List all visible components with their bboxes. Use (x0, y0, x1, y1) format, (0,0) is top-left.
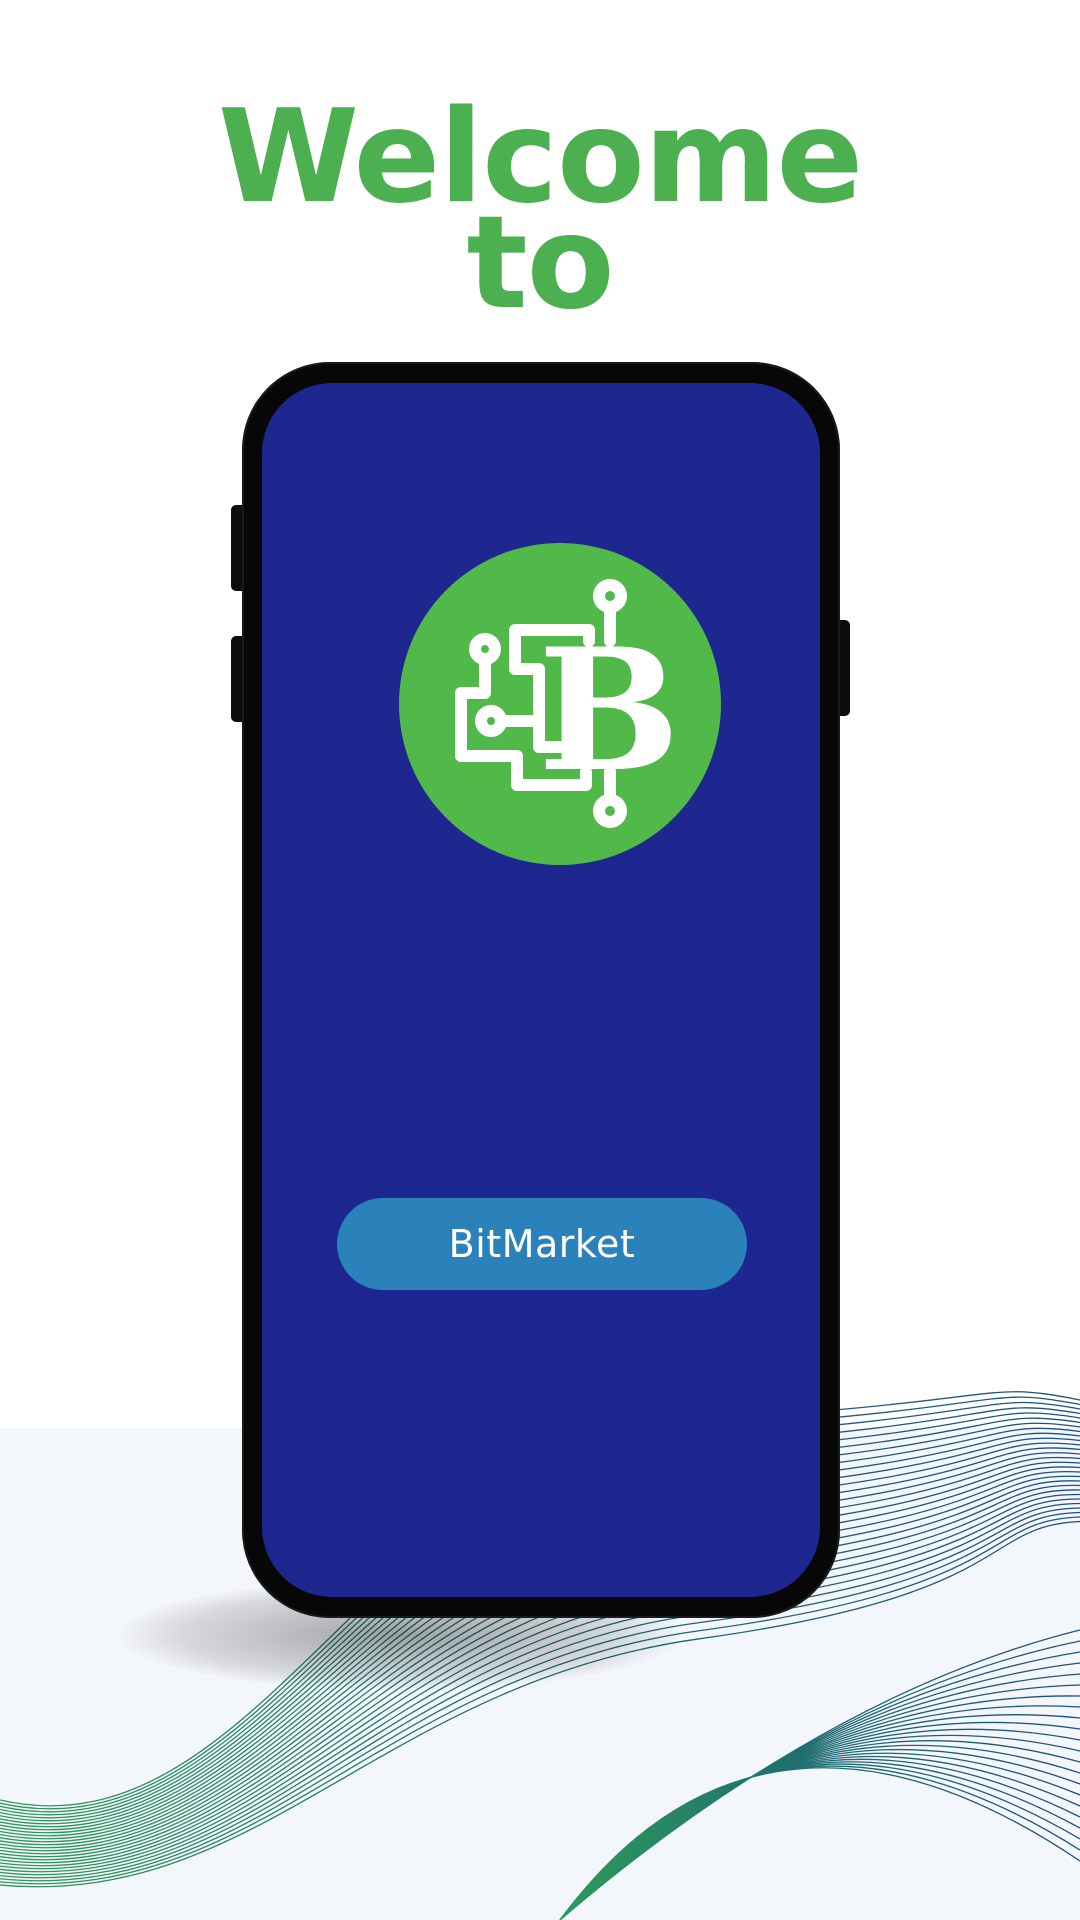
phone-screen: B BitMarket (262, 383, 820, 1597)
svg-text:B: B (538, 611, 680, 809)
bitmarket-button[interactable]: BitMarket (337, 1198, 747, 1290)
bitcoin-circuit-logo-icon: B (399, 543, 721, 865)
phone-frame: B BitMarket (242, 362, 840, 1618)
welcome-headline: Welcome to (0, 94, 1080, 338)
headline-line-2: to (466, 189, 614, 338)
